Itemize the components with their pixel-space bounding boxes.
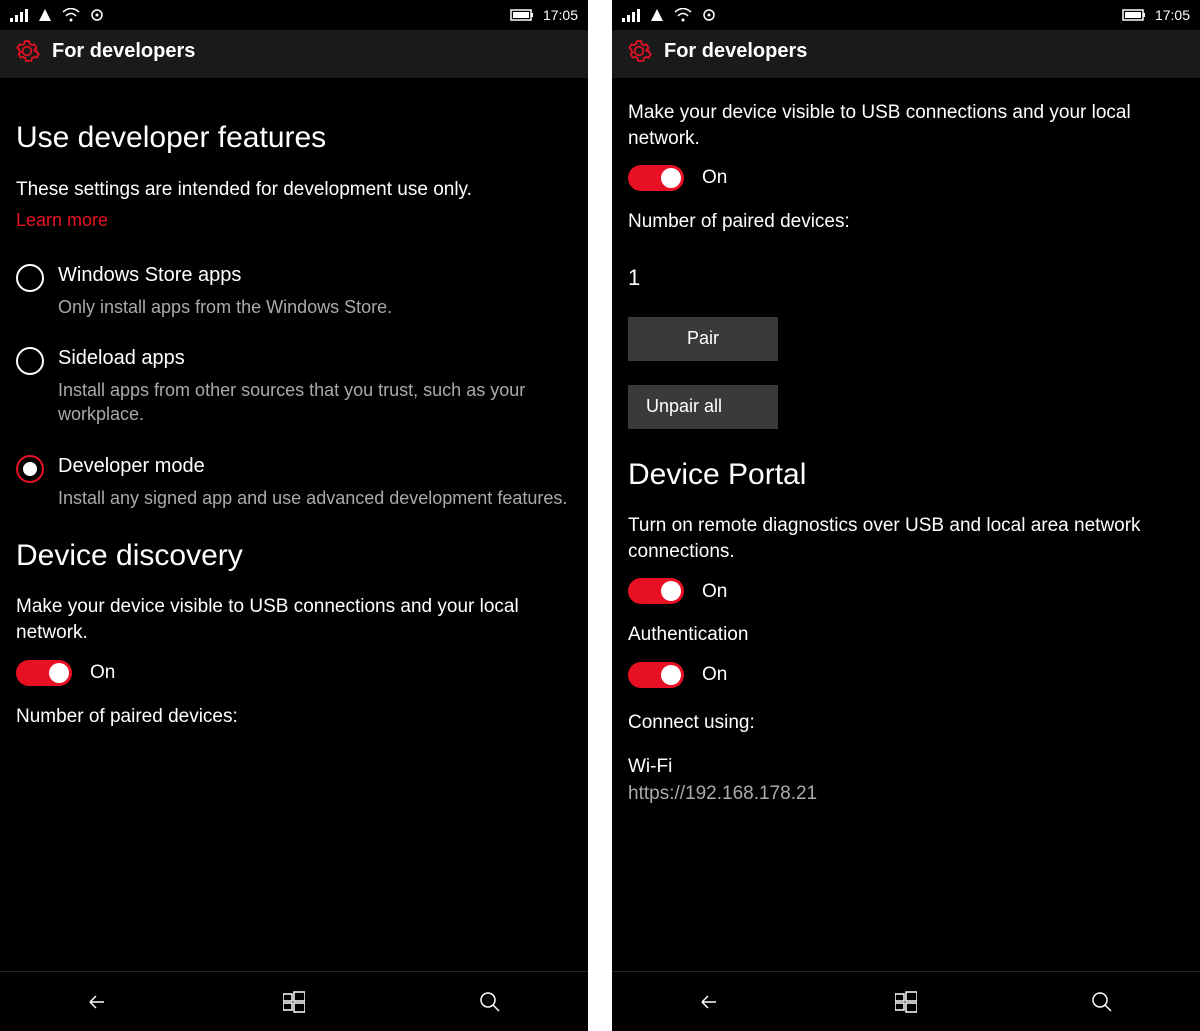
page-title: For developers [52, 40, 195, 63]
paired-devices-count: 1 [628, 263, 1184, 293]
triangle-icon [650, 8, 664, 22]
status-bar: 17:05 [612, 0, 1200, 30]
toggle-state-label: On [702, 662, 727, 688]
search-button[interactable] [1088, 988, 1116, 1016]
toggle-state-label: On [702, 165, 727, 191]
radio-icon-selected [16, 455, 44, 483]
back-button[interactable] [84, 988, 112, 1016]
device-portal-toggle[interactable] [628, 578, 684, 604]
wifi-icon [62, 8, 80, 22]
phone-screen-left: 17:05 For developers Use developer featu… [0, 0, 588, 1031]
toggle-state-label: On [90, 660, 115, 686]
section-desc: These settings are intended for developm… [16, 177, 572, 203]
radio-developer-mode[interactable]: Developer mode Install any signed app an… [16, 453, 572, 510]
back-button[interactable] [696, 988, 724, 1016]
content-area[interactable]: Make your device visible to USB connecti… [612, 78, 1200, 971]
radio-icon [16, 264, 44, 292]
radio-sideload-apps[interactable]: Sideload apps Install apps from other so… [16, 345, 572, 427]
section-title-device-discovery: Device discovery [16, 536, 572, 577]
battery-charging-icon [509, 8, 535, 22]
start-button[interactable] [280, 988, 308, 1016]
page-header: For developers [0, 30, 588, 78]
connect-method: Wi-Fi [628, 754, 1184, 780]
signal-icon [10, 8, 28, 22]
signal-icon [622, 8, 640, 22]
device-discovery-desc: Make your device visible to USB connecti… [628, 100, 1184, 151]
paired-devices-label: Number of paired devices: [628, 209, 1184, 235]
paired-devices-label: Number of paired devices: [16, 704, 572, 730]
section-title-developer-features: Use developer features [16, 118, 572, 159]
location-icon [702, 8, 716, 22]
developer-mode-radio-group: Windows Store apps Only install apps fro… [16, 262, 572, 510]
page-header: For developers [612, 30, 1200, 78]
nav-bar [0, 971, 588, 1031]
radio-windows-store-apps[interactable]: Windows Store apps Only install apps fro… [16, 262, 572, 319]
gear-icon [14, 38, 40, 64]
authentication-toggle[interactable] [628, 662, 684, 688]
device-portal-desc: Turn on remote diagnostics over USB and … [628, 513, 1184, 564]
status-time: 17:05 [1155, 7, 1190, 23]
battery-icon [1121, 8, 1147, 22]
status-time: 17:05 [543, 7, 578, 23]
radio-icon [16, 347, 44, 375]
learn-more-link[interactable]: Learn more [16, 208, 108, 232]
radio-desc: Install apps from other sources that you… [58, 378, 572, 427]
authentication-label: Authentication [628, 622, 1184, 648]
radio-desc: Install any signed app and use advanced … [58, 486, 567, 510]
radio-desc: Only install apps from the Windows Store… [58, 295, 392, 319]
connect-url: https://192.168.178.21 [628, 781, 1184, 807]
nav-bar [612, 971, 1200, 1031]
pair-button[interactable]: Pair [628, 317, 778, 361]
section-title-device-portal: Device Portal [628, 455, 1184, 496]
triangle-icon [38, 8, 52, 22]
status-bar: 17:05 [0, 0, 588, 30]
device-discovery-desc: Make your device visible to USB connecti… [16, 594, 572, 645]
toggle-state-label: On [702, 579, 727, 605]
radio-label: Developer mode [58, 453, 567, 480]
unpair-all-button[interactable]: Unpair all [628, 385, 778, 429]
phone-screen-right: 17:05 For developers Make your device vi… [612, 0, 1200, 1031]
page-title: For developers [664, 40, 807, 63]
connect-using-label: Connect using: [628, 710, 1184, 736]
content-area[interactable]: Use developer features These settings ar… [0, 78, 588, 971]
radio-label: Sideload apps [58, 345, 572, 372]
wifi-icon [674, 8, 692, 22]
device-discovery-toggle[interactable] [16, 660, 72, 686]
start-button[interactable] [892, 988, 920, 1016]
radio-label: Windows Store apps [58, 262, 392, 289]
location-icon [90, 8, 104, 22]
gear-icon [626, 38, 652, 64]
search-button[interactable] [476, 988, 504, 1016]
device-discovery-toggle[interactable] [628, 165, 684, 191]
